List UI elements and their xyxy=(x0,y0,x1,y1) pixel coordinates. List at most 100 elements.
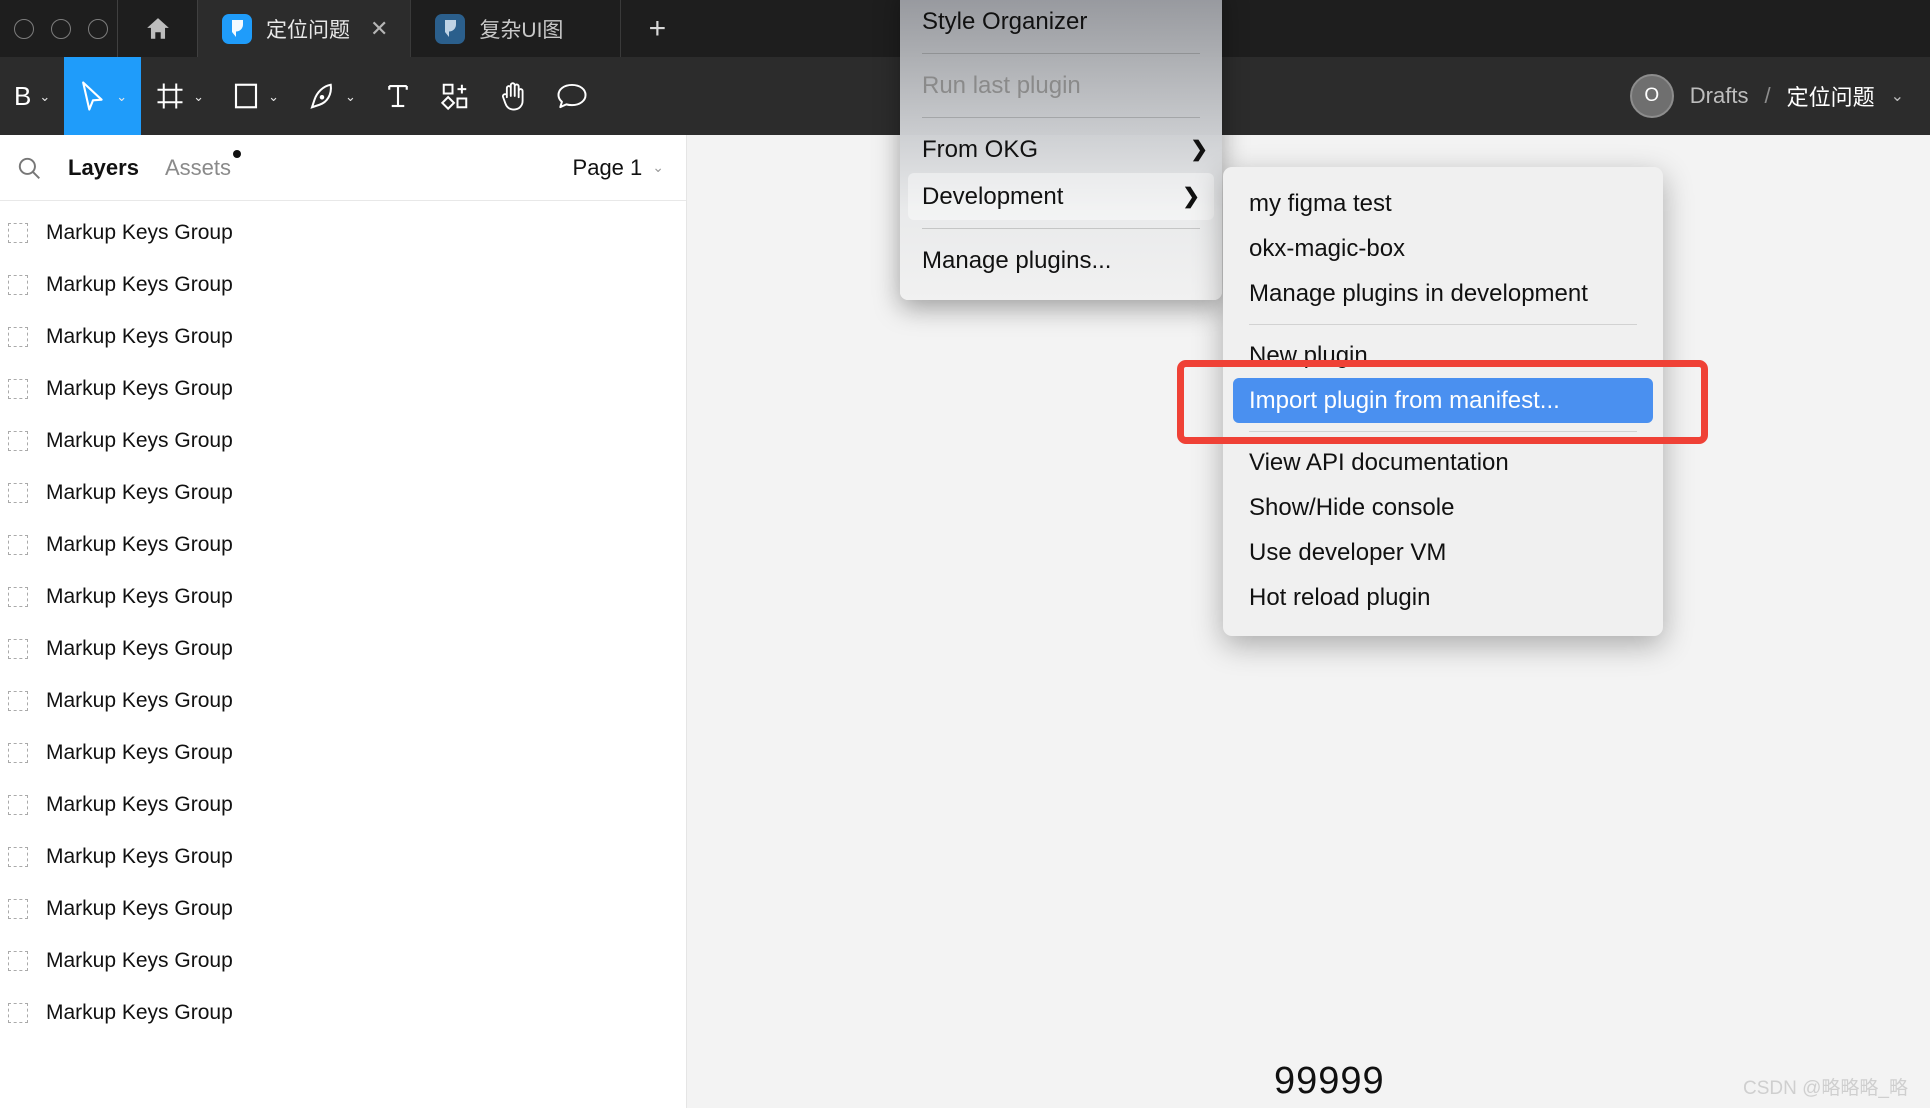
group-icon xyxy=(8,379,28,399)
group-icon xyxy=(8,327,28,347)
layer-label: Markup Keys Group xyxy=(46,273,233,296)
chevron-down-icon[interactable]: ⌄ xyxy=(345,90,356,103)
home-button[interactable] xyxy=(118,0,198,57)
submenu-item-use-developer-vm[interactable]: Use developer VM xyxy=(1223,530,1663,575)
layer-label: Markup Keys Group xyxy=(46,325,233,348)
cursor-icon xyxy=(82,81,103,111)
traffic-lights xyxy=(0,0,118,57)
toolbar-right-group: O Drafts / 定位问题 ⌄ xyxy=(1629,74,1930,118)
list-item[interactable]: Markup Keys Group xyxy=(0,259,686,311)
group-icon xyxy=(8,691,28,711)
layers-panel: Layers Assets Page 1 ⌄ Markup Keys Group… xyxy=(0,135,687,1108)
layer-label: Markup Keys Group xyxy=(46,533,233,556)
menu-item-style-organizer[interactable]: Style Organizer xyxy=(900,0,1222,45)
move-tool[interactable]: B ⌄ xyxy=(0,57,64,135)
list-item[interactable]: Markup Keys Group xyxy=(0,311,686,363)
chevron-down-icon[interactable]: ⌄ xyxy=(193,90,204,103)
list-item[interactable]: Markup Keys Group xyxy=(0,519,686,571)
chevron-right-icon: ❯ xyxy=(1190,138,1208,161)
submenu-separator xyxy=(1249,431,1637,432)
tab-dingweiwenti[interactable]: 定位问题 ✕ xyxy=(198,0,412,57)
text-icon xyxy=(388,84,408,108)
tab-title: 复杂UI图 xyxy=(479,18,564,42)
list-item[interactable]: Markup Keys Group xyxy=(0,623,686,675)
figma-file-icon xyxy=(222,13,252,44)
list-item[interactable]: Markup Keys Group xyxy=(0,363,686,415)
layer-label: Markup Keys Group xyxy=(46,1001,233,1024)
page-selector[interactable]: Page 1 ⌄ xyxy=(573,155,664,181)
menu-item-development[interactable]: Development ❯ xyxy=(908,173,1214,220)
avatar[interactable]: O xyxy=(1629,74,1674,118)
group-icon xyxy=(8,275,28,295)
tab-assets[interactable]: Assets xyxy=(165,149,241,181)
close-window-icon[interactable] xyxy=(14,18,34,39)
breadcrumb-current[interactable]: 定位问题 xyxy=(1787,80,1875,112)
text-tool[interactable] xyxy=(370,57,426,135)
layer-label: Markup Keys Group xyxy=(46,429,233,452)
list-item[interactable]: Markup Keys Group xyxy=(0,207,686,259)
list-item[interactable]: Markup Keys Group xyxy=(0,727,686,779)
list-item[interactable]: Markup Keys Group xyxy=(0,779,686,831)
submenu-item-my-figma-test[interactable]: my figma test xyxy=(1223,181,1663,226)
chevron-down-icon[interactable]: ⌄ xyxy=(116,90,127,103)
figma-file-icon xyxy=(435,13,466,44)
chevron-down-icon[interactable]: ⌄ xyxy=(268,90,279,103)
shape-tool[interactable]: ⌄ xyxy=(218,57,293,135)
comment-tool[interactable] xyxy=(542,57,602,135)
pen-tool[interactable]: ⌄ xyxy=(293,57,370,135)
group-icon xyxy=(8,1003,28,1023)
hand-icon xyxy=(501,82,524,111)
new-tab-button[interactable]: + xyxy=(621,0,693,57)
page-selector-label: Page 1 xyxy=(572,154,643,180)
list-item[interactable]: Markup Keys Group xyxy=(0,831,686,883)
home-icon xyxy=(146,17,169,39)
submenu-separator xyxy=(1249,324,1637,325)
menu-item-manage-plugins[interactable]: Manage plugins... xyxy=(900,237,1222,284)
breadcrumb-root[interactable]: Drafts xyxy=(1690,83,1749,109)
layer-label: Markup Keys Group xyxy=(46,689,233,712)
hand-tool[interactable] xyxy=(484,57,542,135)
cursor-tool[interactable]: ⌄ xyxy=(64,57,142,135)
tab-layers[interactable]: Layers xyxy=(68,155,139,181)
list-item[interactable]: Markup Keys Group xyxy=(0,883,686,935)
submenu-item-view-api-documentation[interactable]: View API documentation xyxy=(1223,440,1663,485)
group-icon xyxy=(8,223,28,243)
submenu-item-new-plugin[interactable]: New plugin xyxy=(1223,333,1663,378)
chevron-down-icon[interactable]: ⌄ xyxy=(39,90,50,103)
menu-item-label: From OKG xyxy=(922,135,1039,163)
submenu-item-hot-reload-plugin[interactable]: Hot reload plugin xyxy=(1223,575,1663,620)
frame-icon xyxy=(157,83,183,109)
maximize-window-icon[interactable] xyxy=(88,18,108,39)
development-submenu[interactable]: my figma test okx-magic-box Manage plugi… xyxy=(1223,167,1663,636)
layer-list[interactable]: Markup Keys Group Markup Keys Group Mark… xyxy=(0,201,686,1039)
chevron-right-icon: ❯ xyxy=(1182,185,1200,208)
close-icon[interactable]: ✕ xyxy=(370,17,388,40)
group-icon xyxy=(8,535,28,555)
list-item[interactable]: Markup Keys Group xyxy=(0,571,686,623)
frame-tool[interactable]: ⌄ xyxy=(141,57,218,135)
search-icon[interactable] xyxy=(16,155,42,181)
components-icon xyxy=(440,83,468,111)
list-item[interactable]: Markup Keys Group xyxy=(0,675,686,727)
submenu-item-import-plugin-from-manifest[interactable]: Import plugin from manifest... xyxy=(1233,378,1653,423)
list-item[interactable]: Markup Keys Group xyxy=(0,467,686,519)
submenu-item-show-hide-console[interactable]: Show/Hide console xyxy=(1223,485,1663,530)
plugins-menu[interactable]: Style Organizer Run last plugin From OKG… xyxy=(900,0,1222,300)
tab-fuzaUItu[interactable]: 复杂UI图 xyxy=(411,0,622,57)
move-tool-glyph: B xyxy=(14,80,32,111)
menu-item-run-last-plugin: Run last plugin xyxy=(922,71,1081,99)
layers-panel-header: Layers Assets Page 1 ⌄ xyxy=(0,135,686,201)
list-item[interactable]: Markup Keys Group xyxy=(0,415,686,467)
group-icon xyxy=(8,795,28,815)
minimize-window-icon[interactable] xyxy=(51,18,71,39)
submenu-item-okx-magic-box[interactable]: okx-magic-box xyxy=(1223,226,1663,271)
list-item[interactable]: Markup Keys Group xyxy=(0,987,686,1039)
group-icon xyxy=(8,951,28,971)
menu-item-from-okg[interactable]: From OKG ❯ xyxy=(900,126,1222,173)
components-tool[interactable] xyxy=(426,57,484,135)
layer-label: Markup Keys Group xyxy=(46,637,233,660)
list-item[interactable]: Markup Keys Group xyxy=(0,935,686,987)
chevron-down-icon[interactable]: ⌄ xyxy=(1891,86,1904,106)
layer-label: Markup Keys Group xyxy=(46,949,233,972)
submenu-item-manage-plugins-in-development[interactable]: Manage plugins in development xyxy=(1223,271,1663,316)
